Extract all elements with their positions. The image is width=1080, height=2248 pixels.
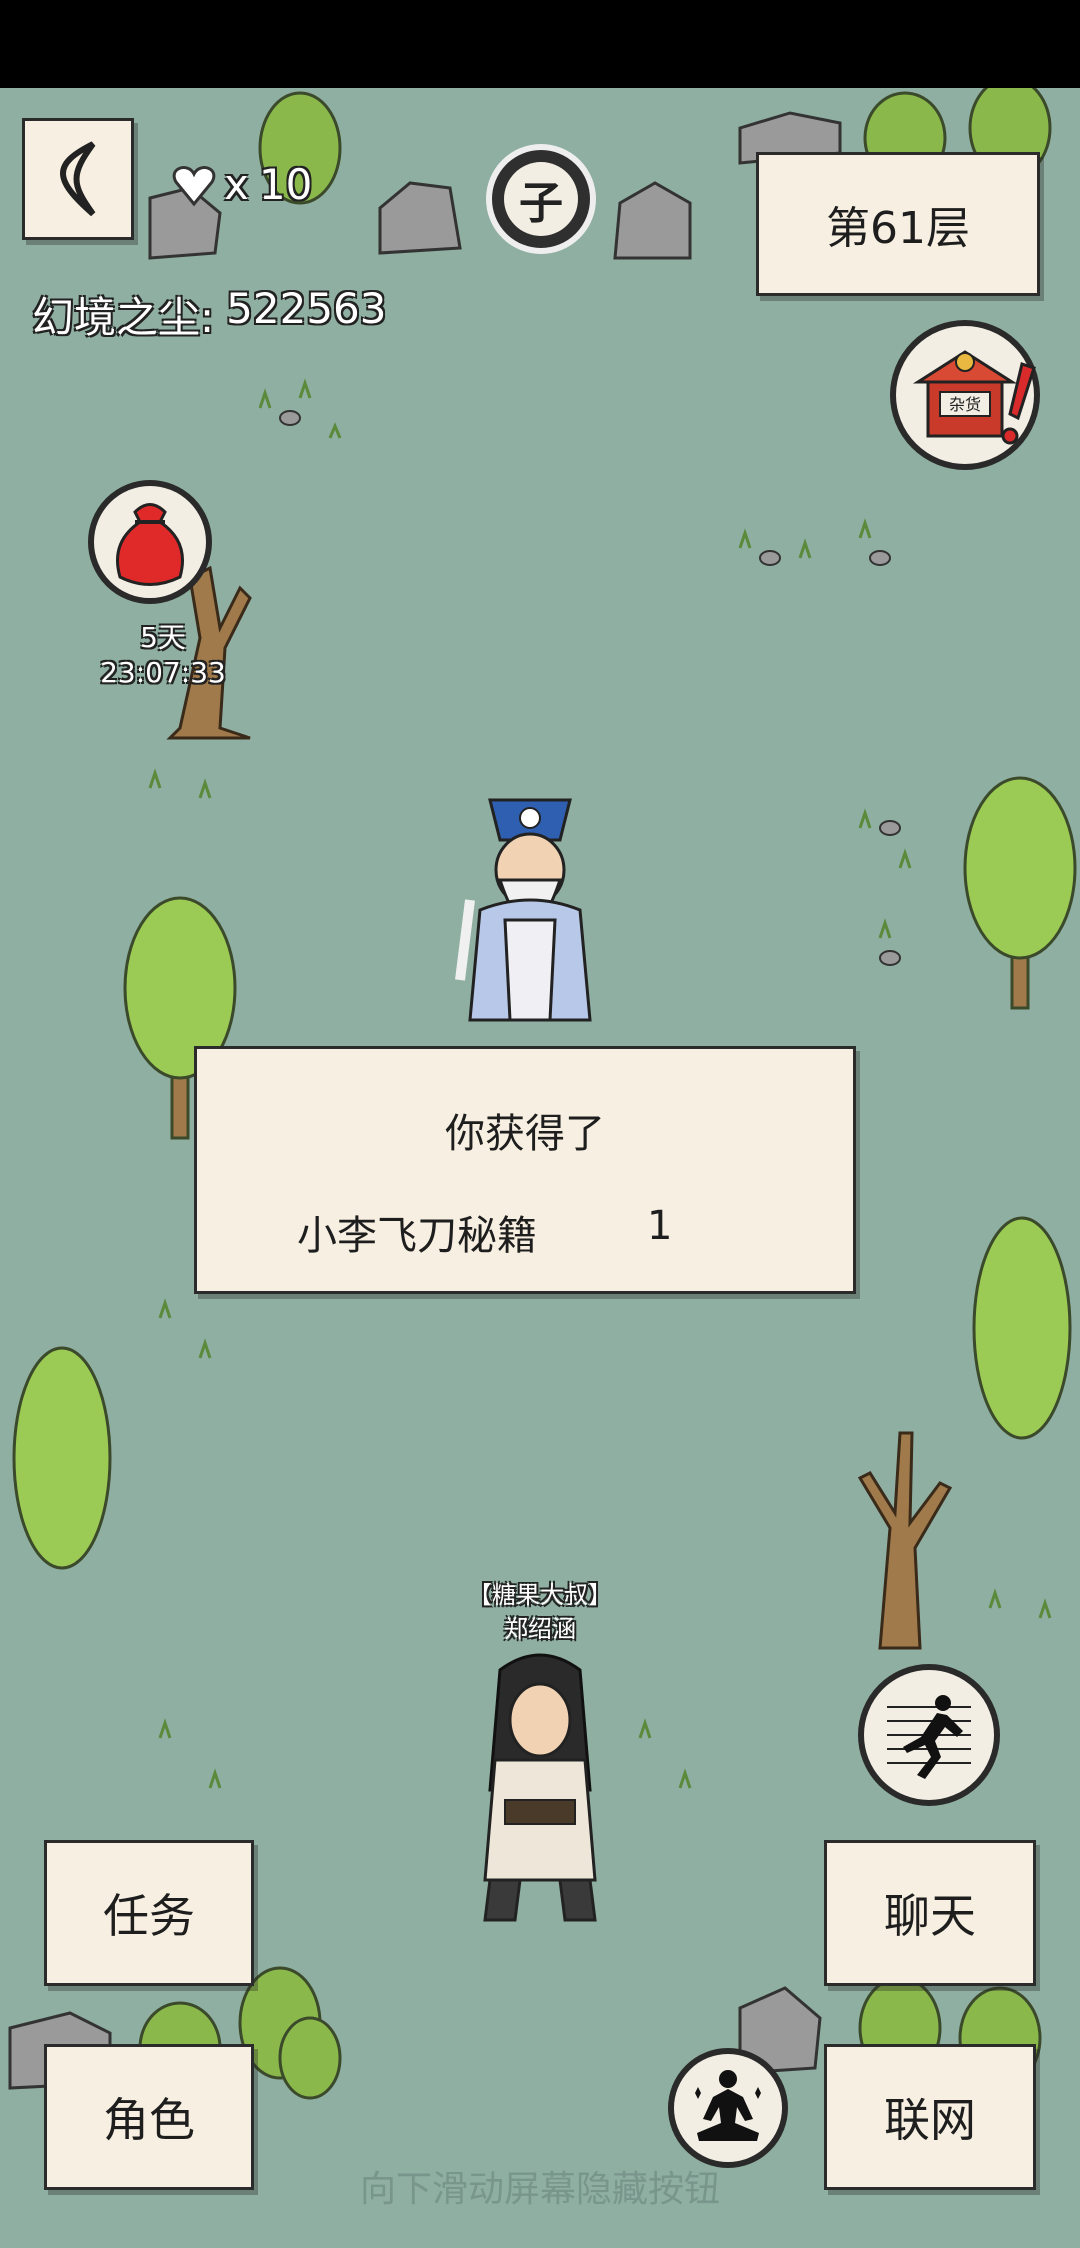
reward-item-count: 1 bbox=[647, 1203, 673, 1249]
dust-counter: 幻境之尘: 522563 bbox=[32, 284, 387, 345]
task-button-label: 任务 bbox=[103, 1889, 195, 1943]
lives-prefix: x bbox=[224, 160, 249, 209]
sage-npc[interactable] bbox=[450, 780, 610, 1030]
red-pouch-icon bbox=[116, 503, 184, 586]
lucky-bag-timer: 5天23:07:33 bbox=[100, 621, 226, 689]
meditation-icon bbox=[695, 2070, 761, 2141]
chat-button[interactable]: 聊天 bbox=[824, 1840, 1036, 1986]
floor-label: 第61层 bbox=[756, 152, 1040, 296]
reward-item-row: 小李飞刀秘籍 1 bbox=[197, 1203, 853, 1261]
task-button[interactable]: 任务 bbox=[44, 1840, 254, 1986]
back-arrow-icon bbox=[60, 141, 96, 217]
tree-right-2 bbox=[972, 1216, 1072, 1440]
player-nameplate: 【糖果大叔】 郑绍涵 bbox=[400, 1578, 680, 1646]
shop-sign-text: 杂货 bbox=[949, 395, 981, 414]
chat-button-label: 聊天 bbox=[884, 1889, 976, 1943]
zodiac-char: 子 bbox=[504, 162, 578, 236]
reward-heading: 你获得了 bbox=[445, 1111, 605, 1157]
footer-hint: 向下滑动屏幕隐藏按钮 bbox=[359, 2169, 720, 2210]
role-button-label: 角色 bbox=[103, 2093, 195, 2147]
reward-dialog: 你获得了 小李飞刀秘籍 1 bbox=[194, 1046, 856, 1294]
floor-text: 第61层 bbox=[826, 203, 970, 254]
sprint-button[interactable] bbox=[858, 1664, 1000, 1806]
lucky-bag-button[interactable] bbox=[88, 480, 212, 604]
back-button[interactable] bbox=[22, 118, 134, 240]
lives-count: 10 bbox=[258, 160, 313, 209]
heart-icon bbox=[172, 165, 216, 206]
reward-item-name: 小李飞刀秘籍 bbox=[297, 1213, 537, 1259]
dead-tree-right bbox=[857, 1431, 953, 1650]
player-character[interactable] bbox=[460, 1650, 620, 1930]
player-title: 【糖果大叔】 bbox=[468, 1581, 612, 1609]
status-bar bbox=[0, 0, 1080, 88]
tree-left-2 bbox=[12, 1346, 112, 1570]
zodiac-badge[interactable]: 子 bbox=[486, 144, 596, 254]
player-name: 郑绍涵 bbox=[504, 1615, 576, 1643]
dust-value: 522563 bbox=[226, 284, 387, 333]
alert-icon bbox=[1001, 362, 1036, 445]
lives-counter: x 10 bbox=[172, 160, 312, 209]
meditate-button[interactable] bbox=[668, 2048, 788, 2168]
network-button-label: 联网 bbox=[884, 2093, 976, 2147]
dust-label: 幻境之尘: bbox=[32, 293, 215, 342]
running-man-icon bbox=[887, 1695, 971, 1779]
tree-right-1 bbox=[963, 776, 1077, 1010]
